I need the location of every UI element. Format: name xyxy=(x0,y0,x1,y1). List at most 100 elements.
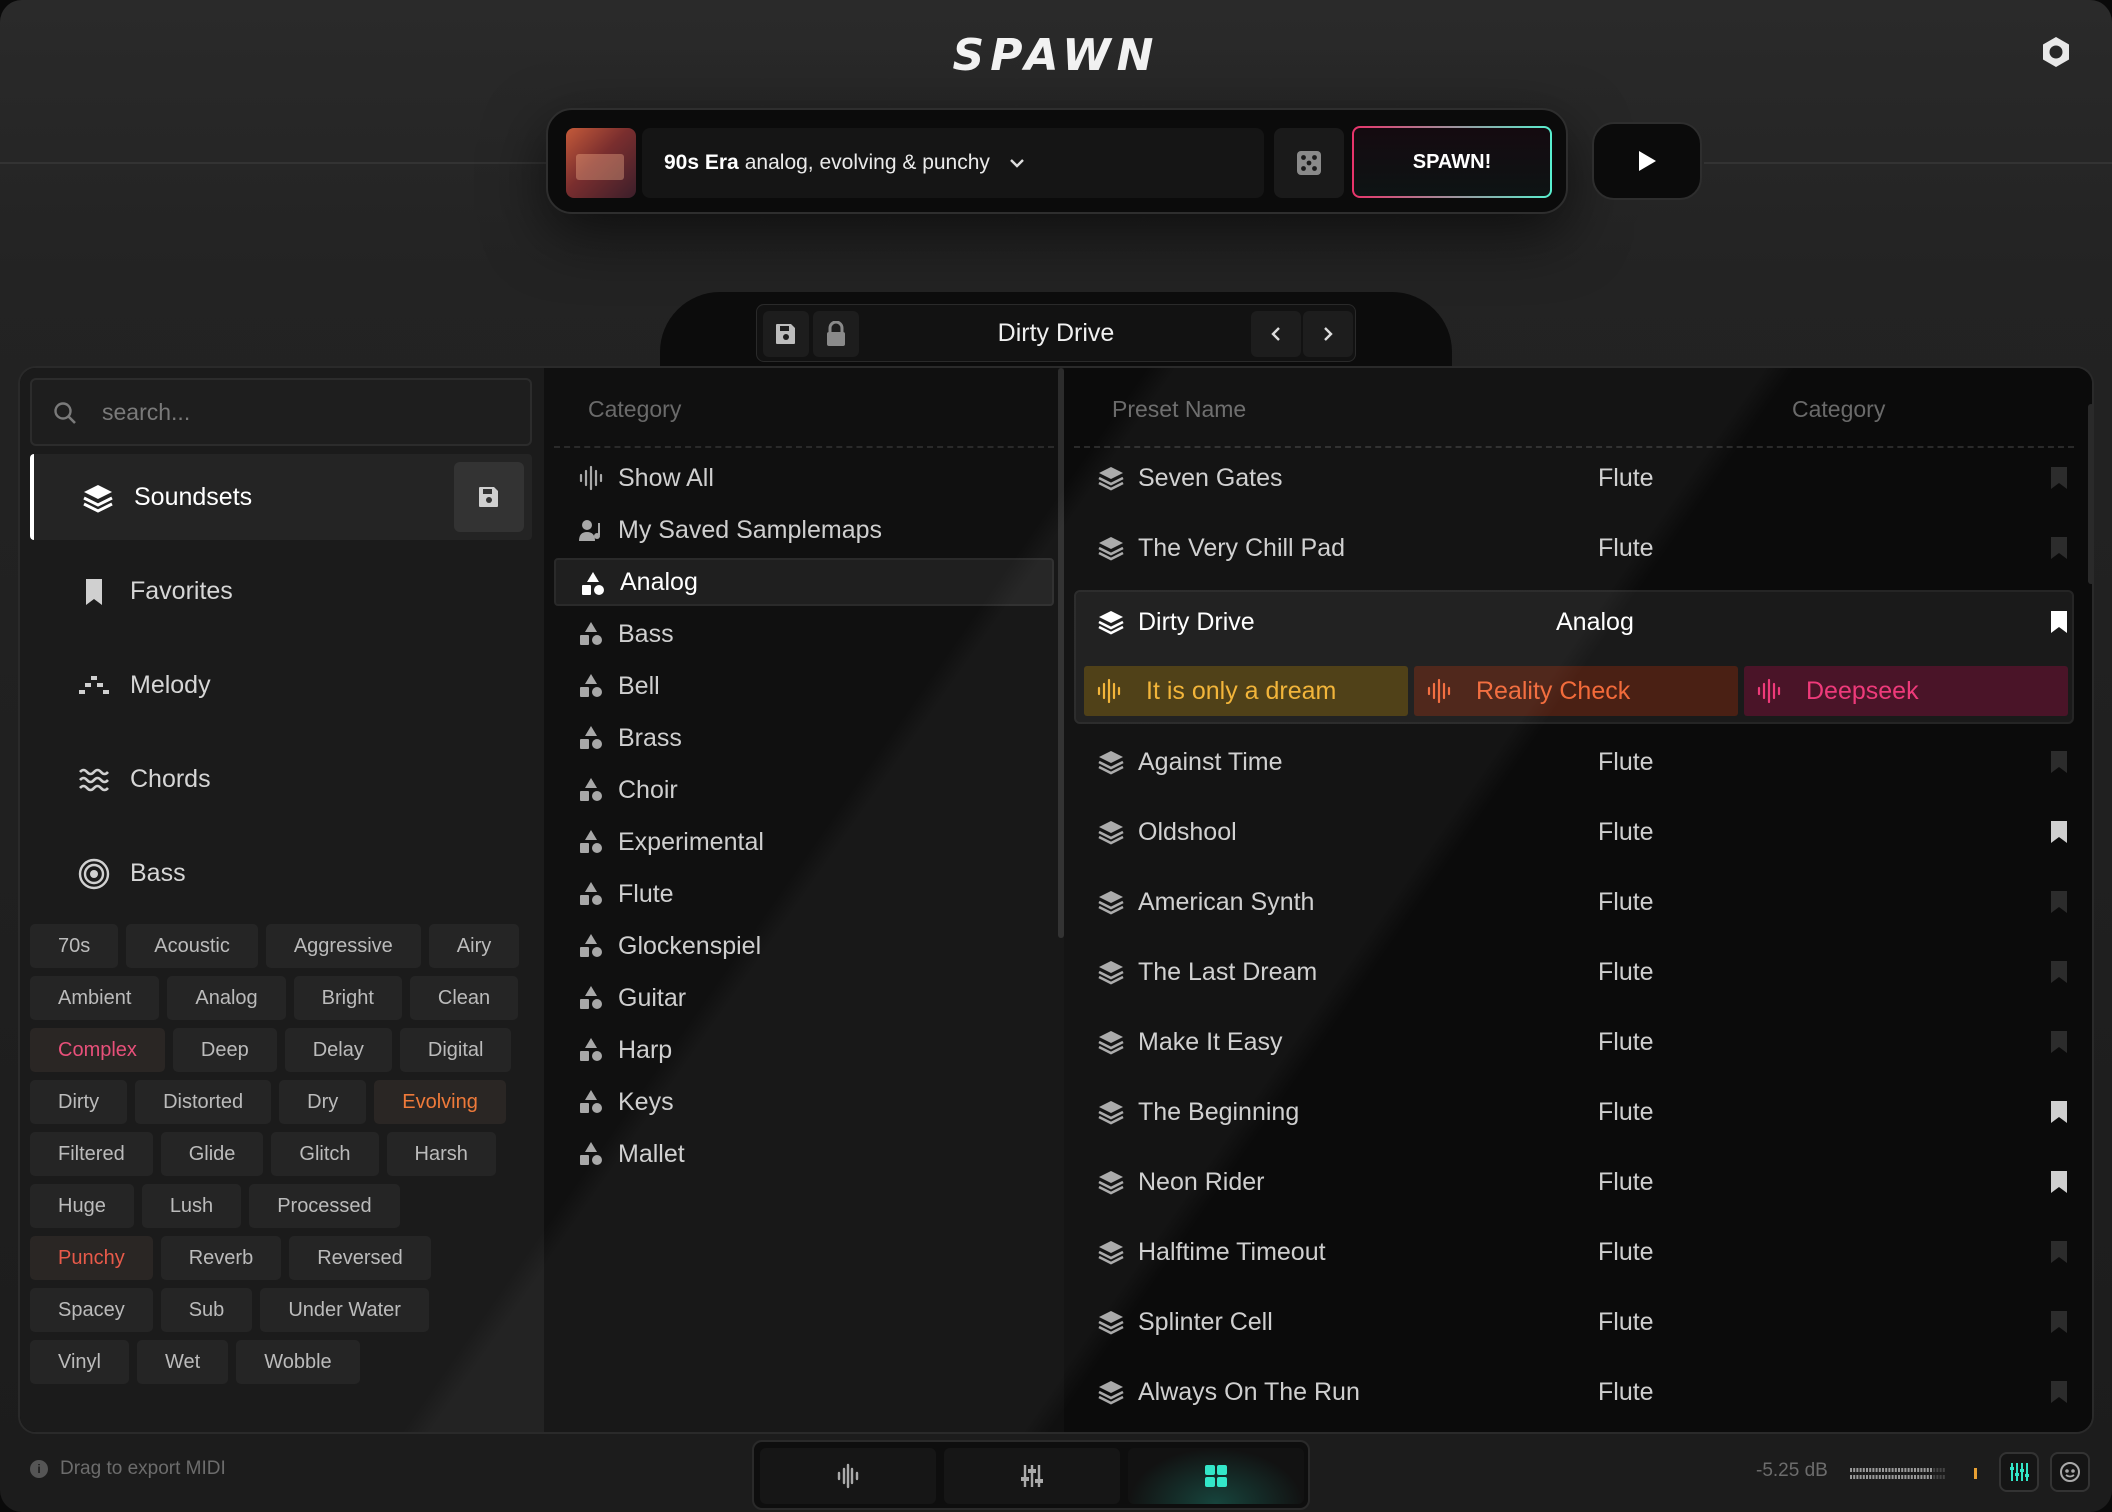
favorite-toggle[interactable] xyxy=(2046,609,2072,642)
meter-segment xyxy=(1904,1468,1907,1472)
preset-row[interactable]: Splinter Cell Flute xyxy=(1074,1298,2074,1346)
tag-punchy[interactable]: Punchy xyxy=(30,1236,153,1280)
tag-processed[interactable]: Processed xyxy=(249,1184,400,1228)
category-item-my-saved-samplemaps[interactable]: My Saved Samplemaps xyxy=(554,506,1054,554)
tag-huge[interactable]: Huge xyxy=(30,1184,134,1228)
tag-airy[interactable]: Airy xyxy=(428,924,520,968)
preset-row[interactable]: American Synth Flute xyxy=(1074,878,2074,926)
category-item-harp[interactable]: Harp xyxy=(554,1026,1054,1074)
next-preset-button[interactable] xyxy=(1303,311,1353,357)
tag-complex[interactable]: Complex xyxy=(30,1028,165,1072)
category-item-brass[interactable]: Brass xyxy=(554,714,1054,762)
preset-row[interactable]: The Beginning Flute xyxy=(1074,1088,2074,1136)
play-button[interactable] xyxy=(1592,122,1702,200)
shapes-icon xyxy=(580,674,602,697)
favorite-toggle[interactable] xyxy=(2046,465,2072,498)
category-item-choir[interactable]: Choir xyxy=(554,766,1054,814)
randomize-button[interactable] xyxy=(1274,128,1344,198)
variation-it-is-only-a-dream[interactable]: It is only a dream xyxy=(1084,666,1408,716)
preset-row[interactable]: The Very Chill Pad Flute xyxy=(1074,524,2074,572)
favorite-toggle[interactable] xyxy=(2046,1379,2072,1412)
tag-analog[interactable]: Analog xyxy=(167,976,286,1020)
tag-dry[interactable]: Dry xyxy=(279,1080,367,1124)
waveform-view-button[interactable] xyxy=(760,1448,936,1504)
previous-preset-button[interactable] xyxy=(1251,311,1301,357)
export-hint-text: Drag to export MIDI xyxy=(60,1458,226,1479)
preset-row[interactable]: Halftime Timeout Flute xyxy=(1074,1228,2074,1276)
variation-deepseek[interactable]: Deepseek xyxy=(1744,666,2068,716)
meter-segment xyxy=(1866,1475,1868,1479)
preset-row[interactable]: The Last Dream Flute xyxy=(1074,948,2074,996)
preset-row[interactable]: Against Time Flute xyxy=(1074,738,2074,786)
category-item-guitar[interactable]: Guitar xyxy=(554,974,1054,1022)
category-item-show-all[interactable]: Show All xyxy=(554,454,1054,502)
preset-row[interactable]: Dirty Drive Analog xyxy=(1074,598,2074,646)
soundset-dropdown[interactable]: 90s Era analog, evolving & punchy xyxy=(642,128,1264,198)
sidebar-item-melody[interactable]: Melody xyxy=(30,642,532,728)
tag-70s[interactable]: 70s xyxy=(30,924,119,968)
preset-row[interactable]: Seven Gates Flute xyxy=(1074,454,2074,502)
sidebar-item-chords[interactable]: Chords xyxy=(30,736,532,822)
tag-reversed[interactable]: Reversed xyxy=(289,1236,431,1280)
favorite-toggle[interactable] xyxy=(2046,535,2072,568)
tag-reverb[interactable]: Reverb xyxy=(160,1236,282,1280)
mixer-view-button[interactable] xyxy=(944,1448,1120,1504)
soundset-artwork[interactable] xyxy=(566,128,636,198)
favorite-toggle[interactable] xyxy=(2046,1169,2072,1202)
sidebar-item-favorites[interactable]: Favorites xyxy=(30,548,532,634)
tag-evolving[interactable]: Evolving xyxy=(374,1080,506,1124)
tag-bright[interactable]: Bright xyxy=(293,976,402,1020)
favorite-toggle[interactable] xyxy=(2046,1309,2072,1342)
tag-lush[interactable]: Lush xyxy=(141,1184,242,1228)
browser-view-button[interactable] xyxy=(1128,1448,1304,1504)
category-item-flute[interactable]: Flute xyxy=(554,870,1054,918)
category-item-keys[interactable]: Keys xyxy=(554,1078,1054,1126)
preset-row[interactable]: Make It Easy Flute xyxy=(1074,1018,2074,1066)
ai-button[interactable] xyxy=(2050,1452,2090,1492)
search-input[interactable]: search... xyxy=(30,378,532,446)
favorite-toggle[interactable] xyxy=(2046,1029,2072,1062)
favorite-toggle[interactable] xyxy=(2046,1099,2072,1132)
tag-vinyl[interactable]: Vinyl xyxy=(30,1340,129,1384)
preset-row[interactable]: Always On The Run Flute xyxy=(1074,1368,2074,1416)
favorite-toggle[interactable] xyxy=(2046,959,2072,992)
category-item-experimental[interactable]: Experimental xyxy=(554,818,1054,866)
tag-harsh[interactable]: Harsh xyxy=(386,1132,496,1176)
mixer-toggle-button[interactable] xyxy=(1999,1452,2039,1492)
tag-aggressive[interactable]: Aggressive xyxy=(265,924,421,968)
tag-wet[interactable]: Wet xyxy=(137,1340,229,1384)
tag-dirty[interactable]: Dirty xyxy=(30,1080,128,1124)
preset-row[interactable]: Neon Rider Flute xyxy=(1074,1158,2074,1206)
variation-reality-check[interactable]: Reality Check xyxy=(1414,666,1738,716)
category-item-bass[interactable]: Bass xyxy=(554,610,1054,658)
tag-ambient[interactable]: Ambient xyxy=(30,976,160,1020)
tag-sub[interactable]: Sub xyxy=(160,1288,253,1332)
tag-clean[interactable]: Clean xyxy=(409,976,519,1020)
preset-scrollbar[interactable] xyxy=(2088,404,2092,584)
category-item-analog[interactable]: Analog xyxy=(554,558,1054,606)
tag-wobble[interactable]: Wobble xyxy=(236,1340,360,1384)
tag-digital[interactable]: Digital xyxy=(399,1028,512,1072)
favorite-toggle[interactable] xyxy=(2046,819,2072,852)
sidebar-item-bass[interactable]: Bass xyxy=(30,830,532,916)
tag-glide[interactable]: Glide xyxy=(160,1132,264,1176)
tag-delay[interactable]: Delay xyxy=(284,1028,392,1072)
tag-acoustic[interactable]: Acoustic xyxy=(126,924,258,968)
spawn-button[interactable]: SPAWN! xyxy=(1352,126,1552,198)
preset-row[interactable]: Oldshool Flute xyxy=(1074,808,2074,856)
tag-glitch[interactable]: Glitch xyxy=(271,1132,379,1176)
sidebar-item-soundsets[interactable]: Soundsets xyxy=(30,454,532,540)
tag-deep[interactable]: Deep xyxy=(172,1028,277,1072)
favorite-toggle[interactable] xyxy=(2046,1239,2072,1272)
category-item-mallet[interactable]: Mallet xyxy=(554,1130,1054,1178)
tag-spacey[interactable]: Spacey xyxy=(30,1288,153,1332)
category-item-glockenspiel[interactable]: Glockenspiel xyxy=(554,922,1054,970)
favorite-toggle[interactable] xyxy=(2046,889,2072,922)
settings-button[interactable] xyxy=(2038,34,2074,70)
tag-under-water[interactable]: Under Water xyxy=(260,1288,429,1332)
category-item-bell[interactable]: Bell xyxy=(554,662,1054,710)
tag-distorted[interactable]: Distorted xyxy=(135,1080,272,1124)
favorite-toggle[interactable] xyxy=(2046,749,2072,782)
tag-filtered[interactable]: Filtered xyxy=(30,1132,153,1176)
save-soundset-button[interactable] xyxy=(454,462,524,532)
